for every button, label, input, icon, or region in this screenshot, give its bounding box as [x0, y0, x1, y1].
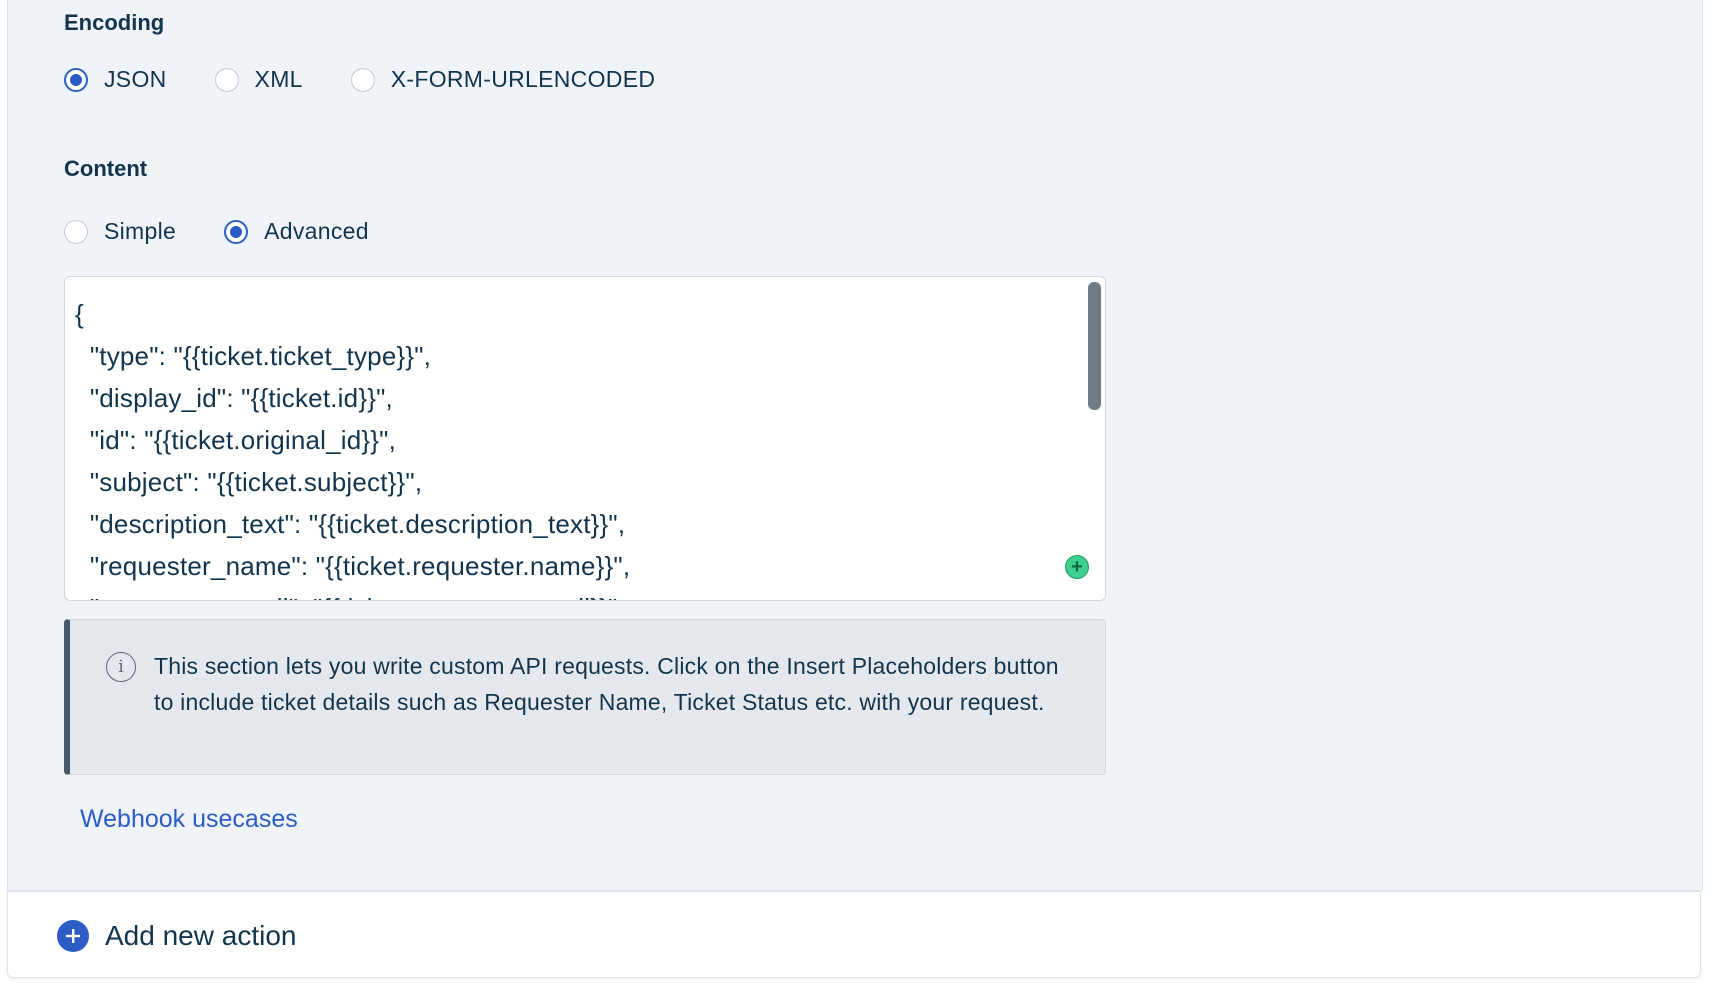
radio-unchecked-icon[interactable] — [350, 67, 375, 92]
content-radio-group: Simple Advanced — [64, 218, 417, 245]
code-line: "subject": "{{ticket.subject}}", — [75, 467, 423, 497]
webhook-usecases-link[interactable]: Webhook usecases — [80, 805, 298, 834]
info-text: This section lets you write custom API r… — [154, 653, 1059, 715]
code-line: "type": "{{ticket.ticket_type}}", — [75, 341, 432, 371]
footer-bar: Add new action — [7, 890, 1701, 978]
radio-unchecked-icon[interactable] — [214, 67, 239, 92]
radio-checked-icon[interactable] — [224, 219, 249, 244]
encoding-option-xml[interactable]: XML — [214, 66, 303, 93]
webhook-config-panel: Encoding JSON XML X-FORM-URLENCODED Cont… — [7, 0, 1703, 890]
plus-circle-icon — [57, 920, 89, 952]
add-new-action-label: Add new action — [105, 920, 297, 951]
encoding-option-json[interactable]: JSON — [64, 66, 167, 93]
encoding-option-x-form-urlencoded[interactable]: X-FORM-URLENCODED — [350, 66, 656, 93]
insert-placeholder-icon[interactable]: + — [1065, 555, 1089, 579]
request-body-editor[interactable]: { "type": "{{ticket.ticket_type}}", "dis… — [64, 276, 1106, 601]
content-option-simple[interactable]: Simple — [64, 218, 176, 245]
editor-scrollbar[interactable] — [1088, 282, 1101, 410]
encoding-option-label: XML — [254, 66, 303, 92]
code-line: "description_text": "{{ticket.descriptio… — [75, 509, 626, 539]
encoding-option-label: JSON — [104, 66, 167, 92]
info-callout: i This section lets you write custom API… — [64, 619, 1106, 775]
code-line: "requester_email": "{{ticket.requester.e… — [75, 587, 630, 600]
radio-unchecked-icon[interactable] — [64, 219, 88, 244]
editor-code[interactable]: { "type": "{{ticket.ticket_type}}", "dis… — [75, 293, 631, 600]
content-option-label: Advanced — [264, 218, 369, 244]
radio-checked-icon[interactable] — [64, 67, 88, 92]
add-new-action-button[interactable]: Add new action — [57, 920, 296, 952]
encoding-label: Encoding — [64, 10, 165, 35]
content-option-advanced[interactable]: Advanced — [224, 218, 369, 245]
code-line: "display_id": "{{ticket.id}}", — [75, 383, 393, 413]
encoding-radio-group: JSON XML X-FORM-URLENCODED — [64, 66, 703, 93]
code-line: "requester_name": "{{ticket.requester.na… — [75, 551, 631, 581]
code-line: "id": "{{ticket.original_id}}", — [75, 425, 397, 455]
encoding-option-label: X-FORM-URLENCODED — [390, 66, 656, 92]
content-label: Content — [64, 156, 148, 181]
info-icon: i — [106, 652, 136, 682]
content-option-label: Simple — [104, 218, 177, 244]
code-line: { — [75, 299, 84, 329]
